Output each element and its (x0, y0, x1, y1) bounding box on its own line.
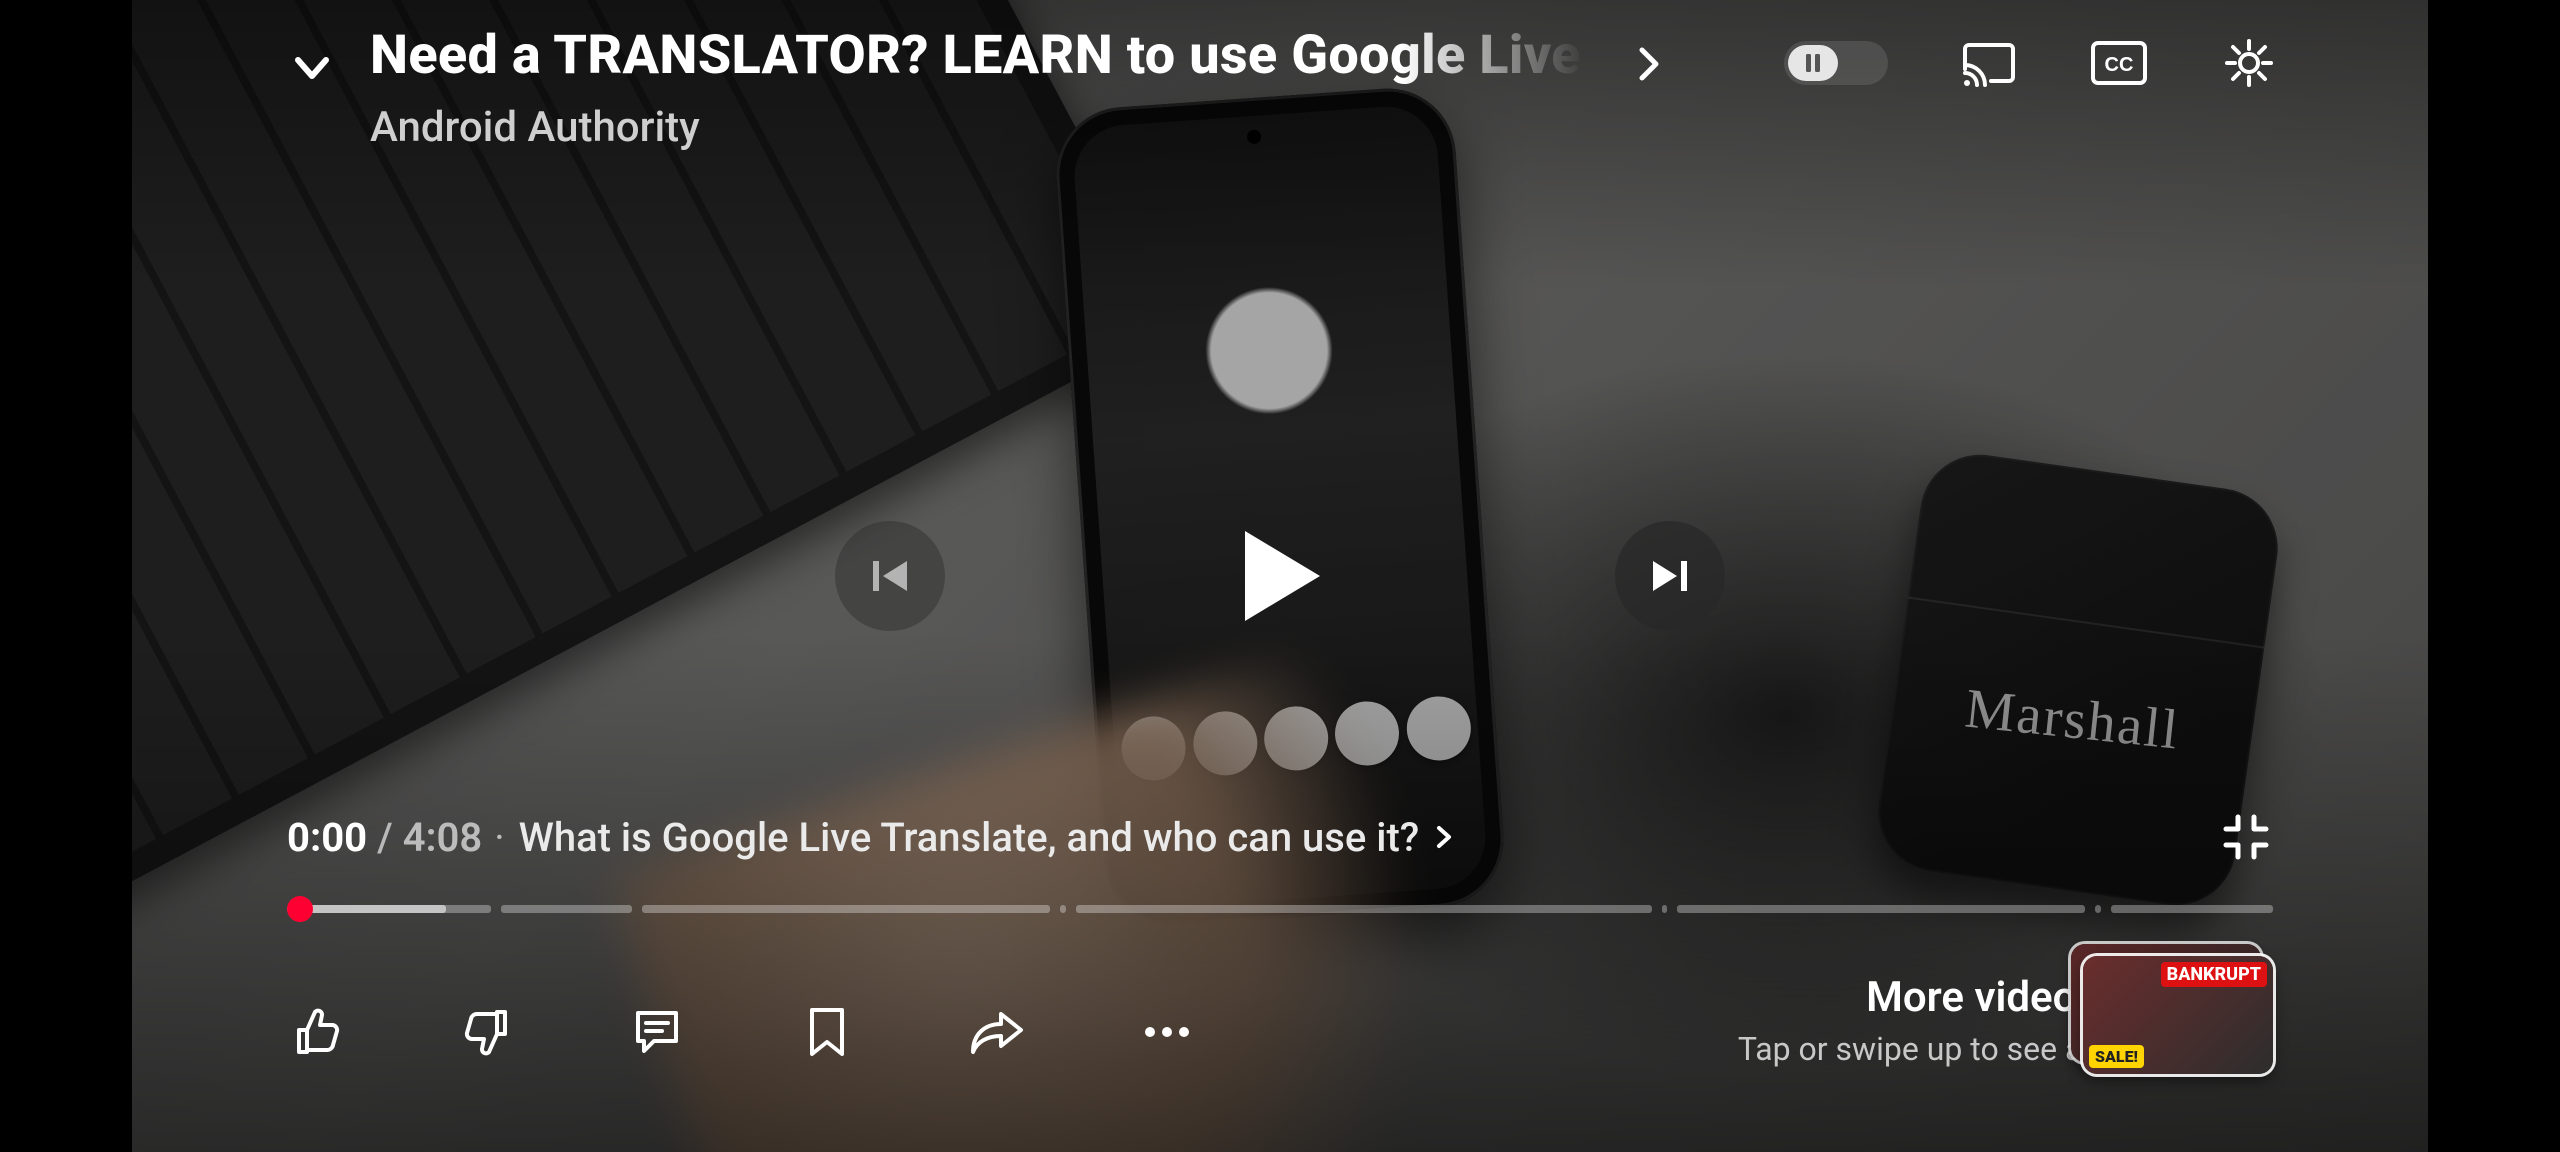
seek-bar[interactable] (287, 902, 2273, 916)
svg-text:CC: CC (2105, 54, 2134, 76)
chevron-right-icon (1431, 824, 1457, 850)
thumbs-up-icon (289, 1004, 345, 1060)
more-actions-button[interactable] (1137, 1002, 1197, 1062)
comments-icon (630, 1005, 684, 1059)
chapter-segment (2095, 905, 2101, 913)
comments-button[interactable] (627, 1002, 687, 1062)
previous-button[interactable] (835, 521, 945, 631)
top-bar: Need a TRANSLATOR? LEARN to use Google L… (282, 24, 2278, 152)
cast-button[interactable] (1960, 34, 2018, 92)
time-chapter-row: 0:00 / 4:08 · What is Google Live Transl… (287, 810, 2273, 864)
collapse-player-button[interactable] (282, 38, 342, 98)
exit-fullscreen-icon (2222, 813, 2270, 861)
chevron-right-icon (1628, 44, 1668, 84)
chapter-segments (287, 902, 2273, 916)
exit-fullscreen-button[interactable] (2219, 810, 2273, 864)
video-viewport: Marshall Need a TRANSLATOR? LEARN to use… (132, 0, 2428, 1152)
chapter-segment (1662, 905, 1668, 913)
settings-button[interactable] (2220, 34, 2278, 92)
thumbs-down-icon (459, 1004, 515, 1060)
cast-icon (1961, 39, 2017, 87)
gear-icon (2221, 35, 2277, 91)
dislike-button[interactable] (457, 1002, 517, 1062)
current-chapter-button[interactable]: What is Google Live Translate, and who c… (519, 814, 1458, 861)
chevron-down-icon (288, 44, 336, 92)
more-horizontal-icon (1142, 1024, 1192, 1040)
channel-name: Android Authority (370, 103, 1598, 152)
chapter-title: What is Google Live Translate, and who c… (519, 814, 1420, 861)
title-block[interactable]: Need a TRANSLATOR? LEARN to use Google L… (370, 24, 1622, 152)
skip-previous-icon (863, 549, 917, 603)
next-button[interactable] (1615, 521, 1725, 631)
pause-icon (1802, 52, 1824, 74)
save-button[interactable] (797, 1002, 857, 1062)
player-overlay: Need a TRANSLATOR? LEARN to use Google L… (132, 0, 2428, 1152)
chapter-segment (1677, 905, 2085, 913)
time-chapter-separator: · (494, 814, 504, 861)
closed-captions-icon: CC (2090, 40, 2148, 86)
like-button[interactable] (287, 1002, 347, 1062)
skip-next-icon (1643, 549, 1697, 603)
suggested-thumb-1: BANKRUPT SALE! (2083, 956, 2273, 1074)
autoplay-toggle[interactable] (1784, 41, 1888, 85)
time-separator: / (377, 814, 393, 861)
time-current: 0:00 (287, 814, 367, 861)
chapter-segment (2111, 905, 2273, 913)
share-button[interactable] (967, 1002, 1027, 1062)
more-videos-subtitle: Tap or swipe up to see all (1738, 1030, 2098, 1068)
title-more-button[interactable] (1622, 38, 1674, 90)
play-icon (1235, 526, 1325, 626)
share-icon (967, 1006, 1027, 1058)
video-title: Need a TRANSLATOR? LEARN to use Google L… (370, 24, 1598, 87)
bookmark-icon (804, 1004, 850, 1060)
chapter-segment (287, 905, 491, 913)
more-videos-prompt[interactable]: More videos Tap or swipe up to see all (1738, 973, 2098, 1068)
chapter-segment (501, 905, 633, 913)
play-button[interactable] (1225, 521, 1335, 631)
chapter-segment (642, 905, 1050, 913)
thumb-badge-bottom: SALE! (2089, 1045, 2144, 1068)
suggested-thumbnail-stack[interactable]: BANKRUPT SALE! (2083, 956, 2273, 1074)
captions-button[interactable]: CC (2090, 34, 2148, 92)
top-actions: CC (1784, 34, 2278, 92)
seek-scrubber[interactable] (287, 896, 313, 922)
more-videos-title: More videos (1738, 973, 2098, 1022)
chapter-segment (1076, 905, 1652, 913)
chapter-segment (1060, 905, 1066, 913)
time-duration: 4:08 (403, 814, 482, 861)
thumb-badge-top: BANKRUPT (2161, 962, 2267, 987)
transport-controls (835, 521, 1725, 631)
